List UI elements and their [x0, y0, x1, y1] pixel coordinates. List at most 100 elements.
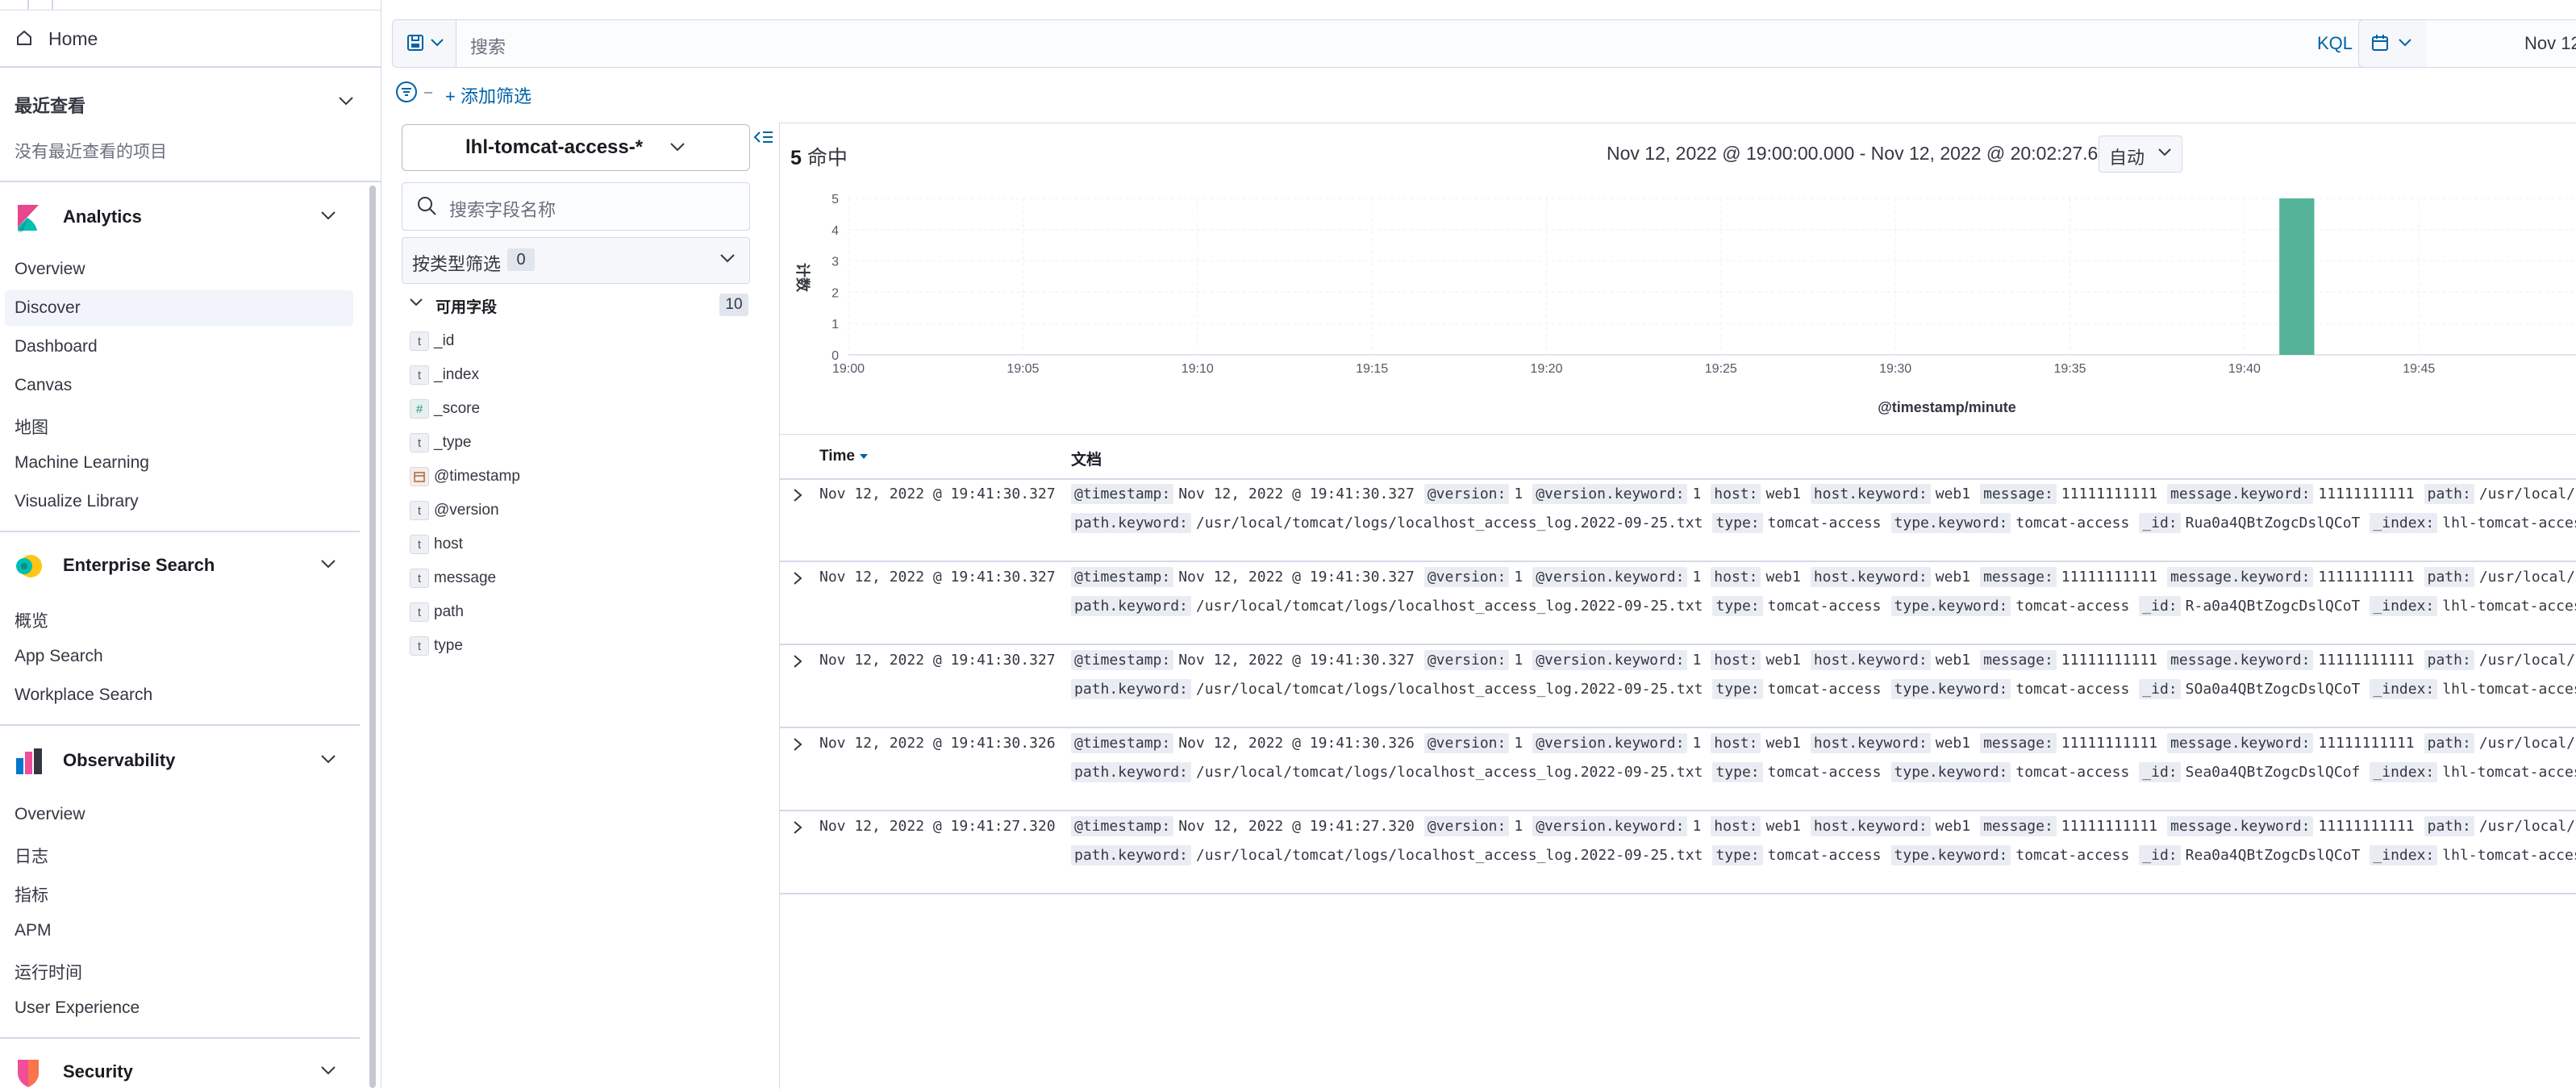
nav-item-logs[interactable]: 日志 [15, 844, 48, 868]
nav-item-dashboard[interactable]: Dashboard [15, 337, 98, 356]
security-logo-icon [15, 1058, 42, 1087]
doc-field-pair: type: tomcat-access [1712, 596, 1882, 616]
doc-field-pair: path.keyword:/usr/local/tomcat/logs/loca… [1071, 845, 1703, 865]
expand-row-chevron-right-icon[interactable] [792, 736, 803, 752]
date-quick-menu-button[interactable] [2358, 19, 2428, 68]
doc-field-value: tomcat-access [2015, 847, 2130, 864]
field-name: host [434, 536, 463, 552]
doc-field-value: tomcat-access [2015, 515, 2130, 531]
type-filter-button[interactable]: 按类型筛选 0 [402, 237, 750, 284]
time-range-text: Nov 12, 2022 @ 19:00:00.000 - Nov 12, 20… [1607, 143, 2119, 164]
histogram-x-label: @timestamp/minute [1878, 399, 2016, 415]
date-start-field[interactable]: Nov 12 [2426, 19, 2576, 68]
saved-query-button[interactable] [393, 20, 456, 67]
column-header-time[interactable]: Time [819, 448, 869, 465]
doc-field-value: 11111111111 [2061, 818, 2158, 835]
doc-field-key: host.keyword: [1810, 816, 1931, 836]
nav-item-canvas[interactable]: Canvas [15, 376, 72, 395]
doc-field-pair: @timestamp: Nov 12, 2022 @ 19:41:30.327 [1071, 484, 1415, 504]
field-name: _type [434, 434, 472, 451]
doc-field-pair: message.keyword: 11111111111 [2167, 484, 2415, 504]
doc-field-key: @timestamp: [1071, 733, 1174, 753]
table-row[interactable]: Nov 12, 2022 @ 19:41:30.327 @timestamp: No… [779, 644, 2576, 728]
doc-field-value: web1 [1765, 818, 1801, 835]
doc-field-value: Nov 12, 2022 @ 19:41:30.327 [1178, 569, 1415, 586]
doc-field-key: @version.keyword: [1532, 567, 1688, 587]
nav-item-metrics[interactable]: 指标 [15, 882, 48, 907]
doc-field-value: 11111111111 [2318, 818, 2415, 835]
nav-item-user-experience[interactable]: User Experience [15, 998, 140, 1018]
field-name: _id [434, 332, 455, 349]
doc-field-value: /usr/local/ [2478, 735, 2576, 752]
nav-group-title: Security [63, 1061, 133, 1082]
nav-item-discover[interactable]: Discover [15, 298, 81, 318]
nav-group-observability[interactable]: Observability [0, 740, 381, 781]
nav-item-visualize-library[interactable]: Visualize Library [15, 492, 139, 511]
collapse-sidebar-icon[interactable] [753, 129, 774, 147]
expand-row-chevron-right-icon[interactable] [792, 570, 803, 586]
doc-field-pair: host.keyword: web1 [1810, 733, 1970, 753]
nav-item-uptime[interactable]: 运行时间 [15, 960, 82, 984]
calendar-icon [2370, 33, 2390, 52]
nav-item-workplace-search[interactable]: Workplace Search [15, 686, 152, 705]
doc-field-value: /usr/local/tomcat/logs/localhost_access_… [1195, 847, 1703, 864]
nav-item-apm[interactable]: APM [15, 921, 52, 940]
row-timestamp: Nov 12, 2022 @ 19:41:27.320 [819, 818, 1056, 835]
histogram-bars [2279, 198, 2315, 355]
expand-row-chevron-right-icon[interactable] [792, 819, 803, 836]
nav-group-security[interactable]: Security [0, 1052, 381, 1092]
expand-row-chevron-right-icon[interactable] [792, 653, 803, 669]
nav-home-label: Home [48, 27, 98, 49]
row-document-line2: path.keyword:/usr/local/tomcat/logs/loca… [1071, 596, 2576, 616]
doc-field-pair: _id: Sea0a4QBtZogcDslQCof [2139, 762, 2360, 782]
kql-button[interactable]: KQL [2317, 33, 2353, 54]
available-fields-label: 可用字段 [436, 299, 498, 316]
nav-home[interactable]: Home [0, 21, 381, 56]
chevron-down-icon [669, 141, 686, 152]
nav-group-analytics[interactable]: Analytics [0, 197, 381, 237]
kibana-logo-icon [15, 203, 42, 232]
doc-field-value: lhl-tomcat-acces [2442, 598, 2576, 615]
nav-scrollbar[interactable] [369, 185, 376, 1088]
doc-field-pair: host: web1 [1711, 567, 1801, 587]
histogram-bar[interactable] [2279, 198, 2315, 355]
recent-chevron-down-icon[interactable] [337, 95, 355, 106]
index-pattern-switcher[interactable]: lhl-tomcat-access-* [402, 124, 750, 171]
doc-field-key: host.keyword: [1810, 484, 1931, 504]
x-tick-label: 19:30 [1879, 362, 1911, 376]
filter-divider [424, 92, 432, 94]
table-row[interactable]: Nov 12, 2022 @ 19:41:30.327 @timestamp: No… [779, 561, 2576, 645]
nav-item-overview[interactable]: Overview [15, 260, 85, 279]
nav-group-enterprise-search[interactable]: Enterprise Search [0, 545, 381, 586]
doc-field-key: @version: [1423, 484, 1510, 504]
expand-row-chevron-right-icon[interactable] [792, 487, 803, 503]
x-tick-label: 19:00 [832, 362, 865, 376]
doc-field-pair: _index: lhl-tomcat-acces [2370, 513, 2576, 533]
doc-field-value: tomcat-access [1767, 515, 1882, 531]
nav-item-obs-overview[interactable]: Overview [15, 805, 85, 824]
doc-field-pair: host.keyword: web1 [1810, 816, 1970, 836]
doc-field-pair: _id: Rua0a4QBtZogcDslQCoT [2139, 513, 2360, 533]
add-filter-button[interactable]: + 添加筛选 [445, 82, 531, 108]
doc-field-pair: message.keyword: 11111111111 [2167, 650, 2415, 670]
doc-field-key: type: [1712, 513, 1763, 533]
document-table-header: Time 文档 [779, 434, 2576, 480]
doc-field-pair: type.keyword: tomcat-access [1890, 762, 2129, 782]
table-row[interactable]: Nov 12, 2022 @ 19:41:27.320 @timestamp: No… [779, 810, 2576, 894]
nav-item-es-overview[interactable]: 概览 [15, 608, 48, 632]
nav-group-title: Observability [63, 750, 176, 770]
doc-field-value: 11111111111 [2318, 735, 2415, 752]
filter-options-icon[interactable] [395, 81, 418, 103]
field-search-input[interactable]: 搜索字段名称 [402, 182, 750, 231]
search-input[interactable]: 搜索 [470, 33, 506, 59]
nav-item-app-search[interactable]: App Search [15, 647, 103, 666]
available-fields-toggle[interactable]: 可用字段 10 [408, 294, 748, 318]
nav-item-maps[interactable]: 地图 [15, 415, 48, 439]
row-document-line1: @timestamp: Nov 12, 2022 @ 19:41:30.326 @v… [1071, 733, 2576, 753]
doc-field-pair: @version: 1 [1423, 484, 1523, 504]
nav-item-machine-learning[interactable]: Machine Learning [15, 453, 149, 473]
table-row[interactable]: Nov 12, 2022 @ 19:41:30.326 @timestamp: No… [779, 727, 2576, 811]
field-name: @version [434, 502, 499, 519]
table-row[interactable]: Nov 12, 2022 @ 19:41:30.327 @timestamp: No… [779, 477, 2576, 562]
interval-select[interactable]: 自动 [2099, 135, 2182, 173]
